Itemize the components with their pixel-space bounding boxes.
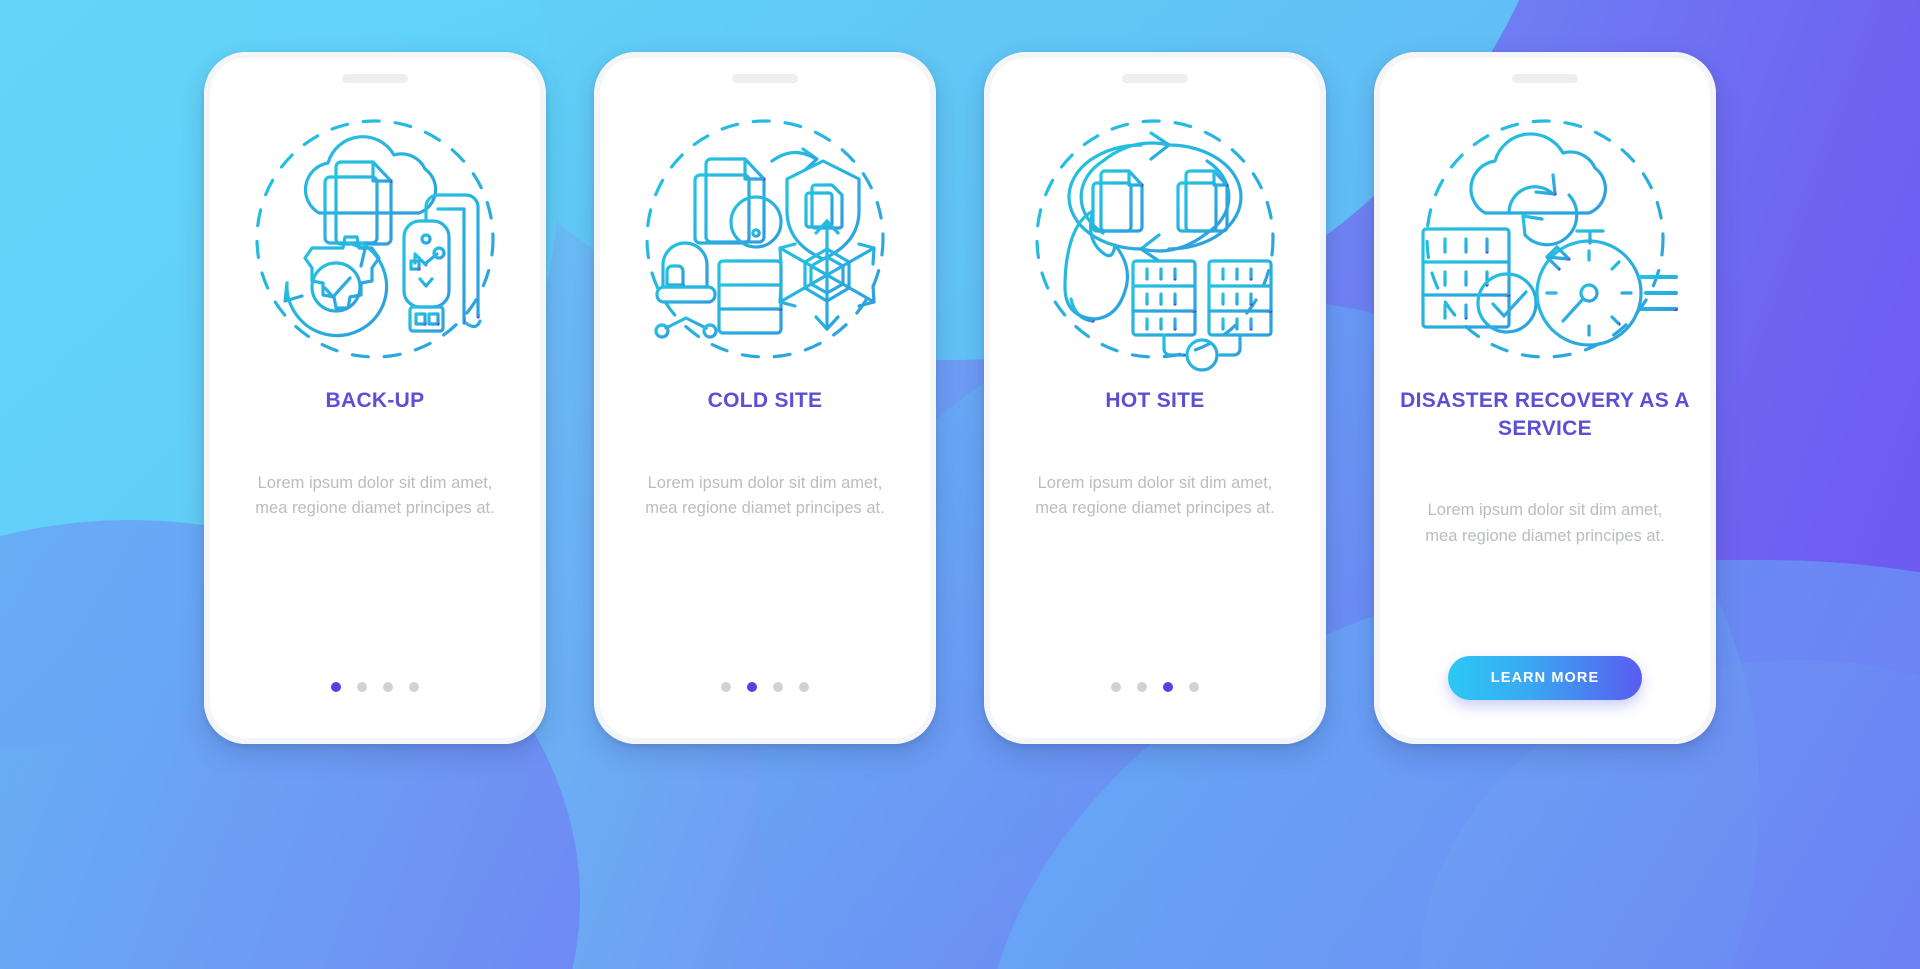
page-title: BACK-UP bbox=[325, 389, 425, 412]
phone-speaker-grille bbox=[1512, 74, 1578, 83]
onboarding-screens-mockup: BACK-UP Lorem ipsum dolor sit dim amet, … bbox=[0, 0, 1920, 969]
pagination-dot-4[interactable] bbox=[799, 682, 809, 692]
pagination-dot-1[interactable] bbox=[331, 682, 341, 692]
pagination-dot-4[interactable] bbox=[409, 682, 419, 692]
pagination-dot-4[interactable] bbox=[1189, 682, 1199, 692]
page-title: DISASTER RECOVERY AS A SERVICE bbox=[1400, 389, 1690, 440]
page-description: Lorem ipsum dolor sit dim amet, mea regi… bbox=[1035, 473, 1275, 517]
phone-speaker-grille bbox=[342, 74, 408, 83]
pagination-dot-1[interactable] bbox=[1111, 682, 1121, 692]
cold-site-illustration bbox=[631, 105, 899, 373]
phone-screen-cold-site: COLD SITE Lorem ipsum dolor sit dim amet… bbox=[594, 52, 936, 744]
page-description: Lorem ipsum dolor sit dim amet, mea regi… bbox=[645, 473, 885, 517]
phone-screen-draas: DISASTER RECOVERY AS A SERVICE Lorem ips… bbox=[1374, 52, 1716, 744]
pagination-dot-3[interactable] bbox=[773, 682, 783, 692]
pagination-dots[interactable] bbox=[331, 682, 419, 692]
phone-screen-hot-site: HOT SITE Lorem ipsum dolor sit dim amet,… bbox=[984, 52, 1326, 744]
pagination-dot-2[interactable] bbox=[747, 682, 757, 692]
pagination-dots[interactable] bbox=[1111, 682, 1199, 692]
learn-more-button[interactable]: LEARN MORE bbox=[1448, 656, 1642, 700]
phone-speaker-grille bbox=[732, 74, 798, 83]
pagination-dot-3[interactable] bbox=[383, 682, 393, 692]
page-description: Lorem ipsum dolor sit dim amet, mea regi… bbox=[255, 473, 495, 517]
pagination-dot-2[interactable] bbox=[357, 682, 367, 692]
page-description: Lorem ipsum dolor sit dim amet, mea regi… bbox=[1425, 501, 1665, 545]
phone-screen-back-up: BACK-UP Lorem ipsum dolor sit dim amet, … bbox=[204, 52, 546, 744]
pagination-dot-3[interactable] bbox=[1163, 682, 1173, 692]
pagination-dot-2[interactable] bbox=[1137, 682, 1147, 692]
phone-speaker-grille bbox=[1122, 74, 1188, 83]
pagination-dot-1[interactable] bbox=[721, 682, 731, 692]
dashed-ring bbox=[255, 119, 495, 359]
page-title: COLD SITE bbox=[707, 389, 823, 412]
draas-illustration bbox=[1411, 105, 1679, 373]
back-up-illustration bbox=[241, 105, 509, 373]
hot-site-illustration bbox=[1021, 105, 1289, 373]
phone-row: BACK-UP Lorem ipsum dolor sit dim amet, … bbox=[0, 0, 1920, 744]
pagination-dots[interactable] bbox=[721, 682, 809, 692]
page-title: HOT SITE bbox=[1105, 389, 1205, 412]
